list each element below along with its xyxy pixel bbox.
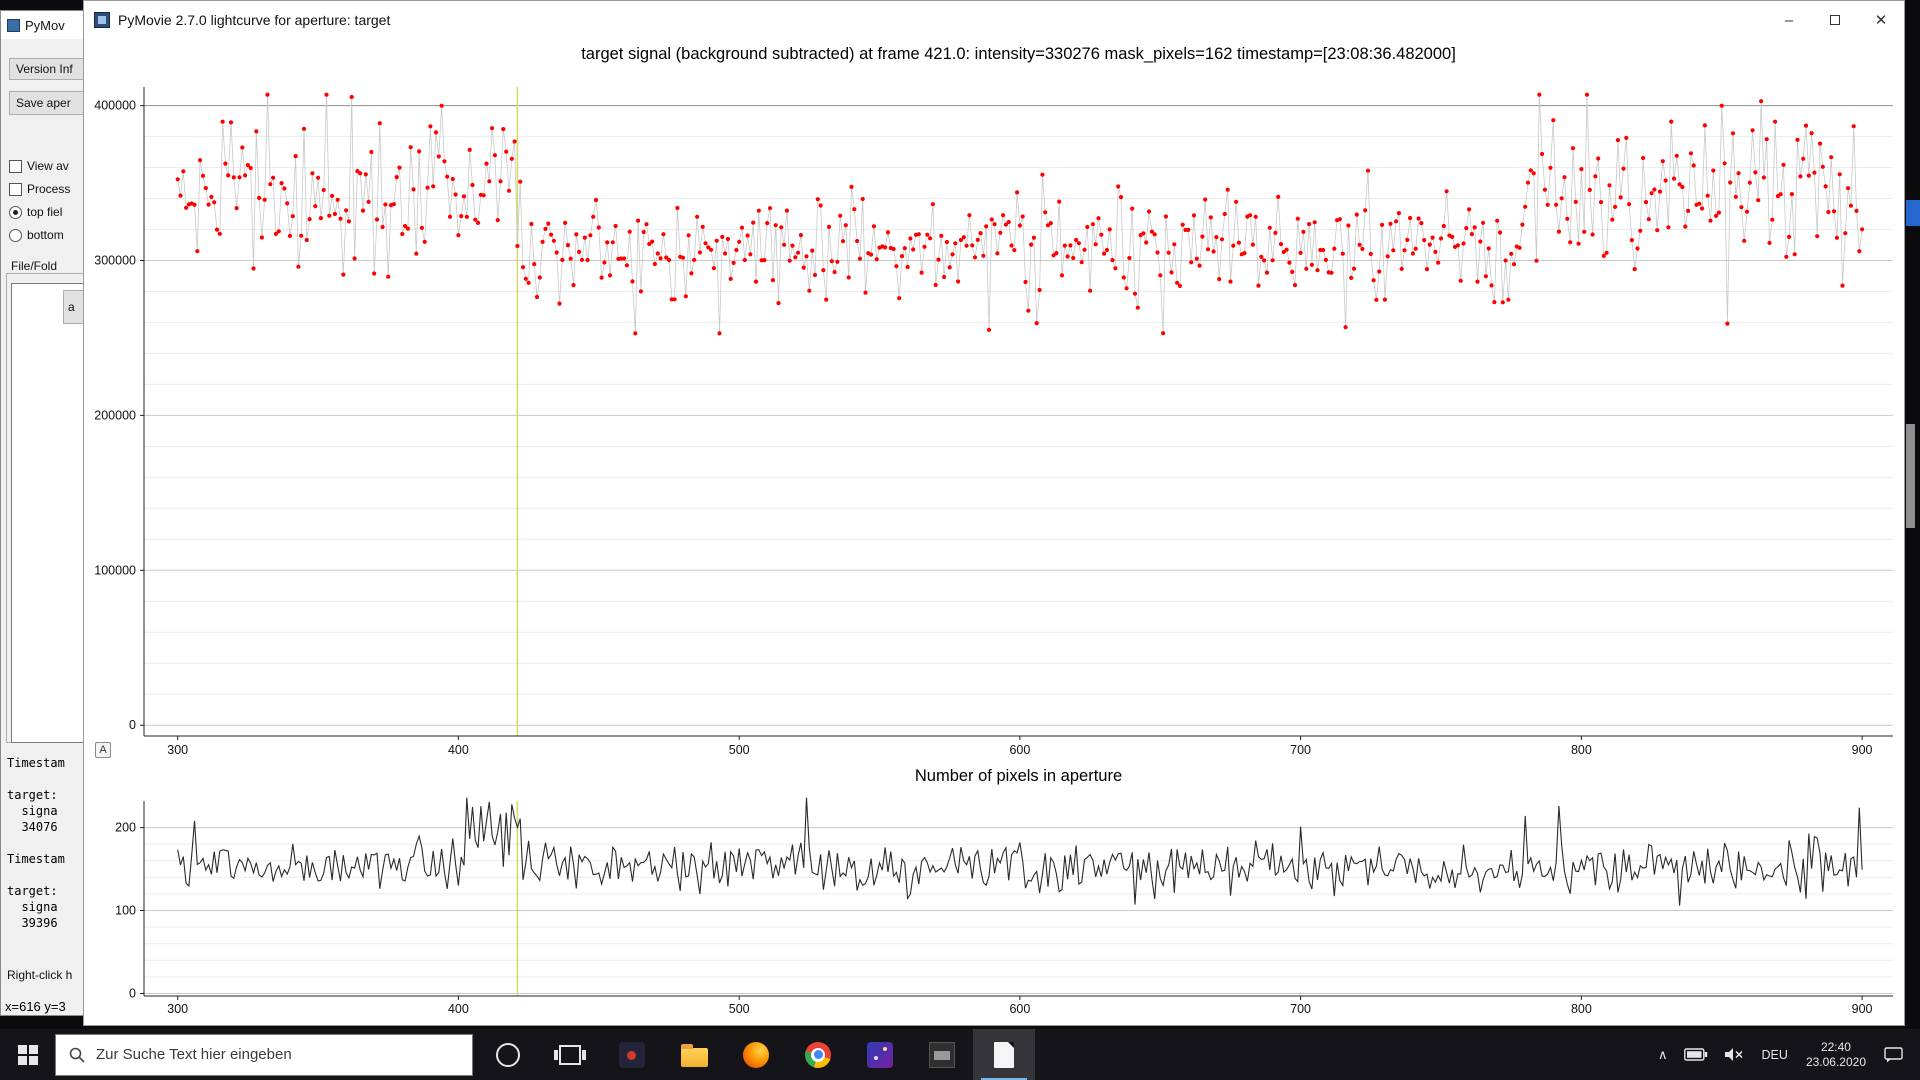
file-explorer-icon xyxy=(680,1043,708,1067)
notification-icon xyxy=(1884,1046,1903,1062)
svg-text:0: 0 xyxy=(129,987,136,1001)
checkbox-label: Process xyxy=(27,182,71,196)
lightcurve-plots[interactable]: 300 400 500 600 700 800 900 0 100000 200000 300000… xyxy=(84,1,1904,1025)
top-field-radio-row[interactable]: top fiel xyxy=(9,205,62,219)
taskbar-app-file-explorer[interactable] xyxy=(663,1029,725,1080)
taskbar-app-cortana[interactable] xyxy=(477,1029,539,1080)
taskbar-app-task-view[interactable] xyxy=(539,1029,601,1080)
windows-logo-icon xyxy=(17,1044,38,1065)
taskbar: Zur Suche Text hier eingeben ∧ DEU 22:40 xyxy=(0,1029,1920,1080)
svg-text:300: 300 xyxy=(167,743,188,757)
checkbox-icon[interactable] xyxy=(9,159,22,173)
checkbox-icon[interactable] xyxy=(9,182,22,196)
taskbar-app-chrome[interactable] xyxy=(787,1029,849,1080)
taskbar-search[interactable]: Zur Suche Text hier eingeben xyxy=(55,1033,473,1076)
radio-icon[interactable] xyxy=(9,228,22,242)
app-icon xyxy=(7,18,20,32)
chart1-title: target signal (background subtracted) at… xyxy=(581,45,1456,63)
svg-text:800: 800 xyxy=(1571,1002,1592,1016)
svg-text:900: 900 xyxy=(1852,743,1873,757)
svg-text:400: 400 xyxy=(448,1002,469,1016)
cortana-icon xyxy=(496,1042,520,1067)
svg-text:900: 900 xyxy=(1852,1002,1873,1016)
taskbar-app-firefox[interactable] xyxy=(725,1029,787,1080)
search-icon xyxy=(69,1047,85,1063)
svg-text:600: 600 xyxy=(1009,743,1030,757)
media-player-icon xyxy=(619,1041,645,1068)
close-button[interactable]: ✕ xyxy=(1858,1,1904,39)
maximize-button[interactable] xyxy=(1812,1,1858,39)
taskbar-app-movie-app[interactable] xyxy=(849,1029,911,1080)
window-controls: – ✕ xyxy=(1766,1,1904,39)
speaker-muted-icon xyxy=(1724,1048,1743,1061)
radio-icon-selected[interactable] xyxy=(9,205,22,219)
desktop-accent-gray xyxy=(1906,424,1915,528)
timestamp-info-text: Timestam target: signa 34076 Timestam ta… xyxy=(7,756,65,930)
svg-text:0: 0 xyxy=(129,718,136,732)
system-tray: ∧ DEU 22:40 23.06.2020 xyxy=(1650,1029,1920,1080)
svg-text:100: 100 xyxy=(115,904,136,918)
close-icon: ✕ xyxy=(1874,12,1888,29)
right-click-hint: Right-click h xyxy=(7,968,73,982)
battery-indicator[interactable] xyxy=(1676,1029,1716,1080)
pymovie-main-window: PyMov Version Inf Save aper View av Proc… xyxy=(0,10,96,1016)
main-window-titlebar[interactable]: PyMov xyxy=(1,11,95,39)
battery-icon xyxy=(1683,1048,1707,1061)
bottom-field-radio-row[interactable]: bottom xyxy=(9,228,64,242)
svg-text:400000: 400000 xyxy=(94,99,136,113)
autorange-button[interactable]: A xyxy=(95,742,111,758)
taskbar-app-photos[interactable] xyxy=(911,1029,973,1080)
minimize-button[interactable]: – xyxy=(1766,1,1812,39)
plot-window-titlebar[interactable]: PyMovie 2.7.0 lightcurve for aperture: t… xyxy=(84,1,1904,39)
radio-label: bottom xyxy=(27,228,64,242)
chevron-up-icon: ∧ xyxy=(1658,1046,1668,1062)
taskbar-app-media-player[interactable] xyxy=(601,1029,663,1080)
svg-text:800: 800 xyxy=(1571,743,1592,757)
tray-expand-button[interactable]: ∧ xyxy=(1650,1029,1676,1080)
svg-text:300000: 300000 xyxy=(94,254,136,268)
view-avg-checkbox-row[interactable]: View av xyxy=(9,159,69,173)
taskbar-app-document-active[interactable] xyxy=(973,1029,1035,1080)
volume-indicator[interactable] xyxy=(1716,1029,1754,1080)
process-checkbox-row[interactable]: Process xyxy=(9,182,70,196)
svg-text:700: 700 xyxy=(1290,743,1311,757)
window-icon xyxy=(94,12,110,28)
svg-text:100000: 100000 xyxy=(94,563,136,577)
action-center-button[interactable] xyxy=(1876,1029,1912,1080)
svg-text:600: 600 xyxy=(1009,1002,1030,1016)
chrome-icon xyxy=(805,1041,831,1068)
document-icon xyxy=(994,1041,1014,1068)
main-window-title: PyMov xyxy=(25,17,65,33)
firefox-icon xyxy=(743,1041,769,1068)
start-button[interactable] xyxy=(0,1029,55,1080)
svg-text:400: 400 xyxy=(448,743,469,757)
svg-text:200: 200 xyxy=(115,821,136,835)
minimize-icon: – xyxy=(1784,11,1794,29)
clock-time: 22:40 xyxy=(1820,1039,1851,1054)
radio-label: top fiel xyxy=(27,205,63,219)
file-folder-group-label: File/Fold xyxy=(11,259,58,273)
clock-date: 23.06.2020 xyxy=(1805,1054,1866,1069)
taskbar-clock[interactable]: 22:40 23.06.2020 xyxy=(1796,1040,1876,1070)
checkbox-label: View av xyxy=(27,159,69,173)
task-view-icon xyxy=(554,1044,586,1065)
svg-text:200000: 200000 xyxy=(94,408,136,422)
search-placeholder-text: Zur Suche Text hier eingeben xyxy=(96,1046,292,1063)
photos-icon xyxy=(929,1041,955,1068)
movie-app-icon xyxy=(867,1041,893,1068)
svg-text:500: 500 xyxy=(729,1002,750,1016)
chart2-title: Number of pixels in aperture xyxy=(914,767,1123,785)
desktop-accent-blue xyxy=(1906,200,1920,226)
maximize-icon xyxy=(1830,15,1840,25)
svg-text:300: 300 xyxy=(167,1002,188,1016)
keyboard-language[interactable]: DEU xyxy=(1754,1029,1796,1080)
svg-text:700: 700 xyxy=(1290,1002,1311,1016)
lightcurve-window: 300 400 500 600 700 800 900 0 100000 200000 300000… xyxy=(83,0,1905,1026)
plot-window-title: PyMovie 2.7.0 lightcurve for aperture: t… xyxy=(118,12,391,28)
cursor-position-status: x=616 y=3 xyxy=(5,999,66,1014)
svg-text:500: 500 xyxy=(729,743,750,757)
